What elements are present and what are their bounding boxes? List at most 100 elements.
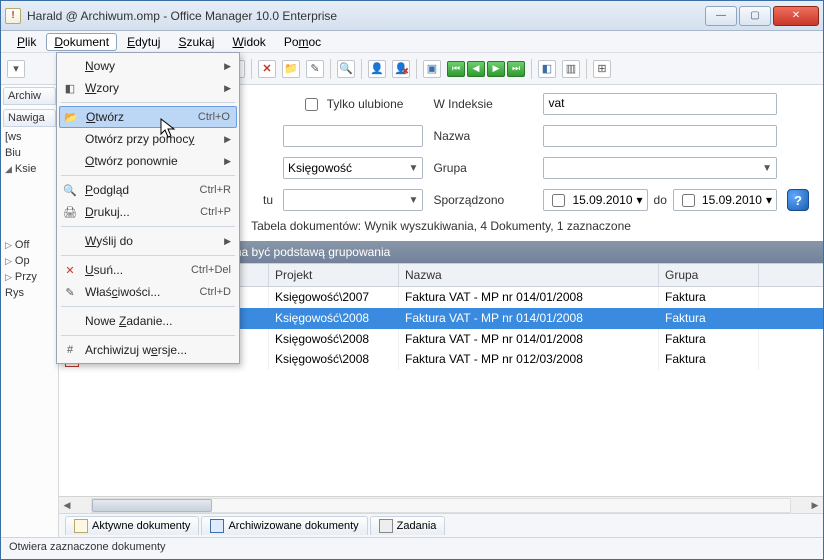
tb-layout-icon[interactable]: ◧ <box>538 60 556 78</box>
nav-last-icon[interactable]: ⏭ <box>507 61 525 77</box>
tu-select[interactable]: ▼ <box>283 189 423 211</box>
templates-icon: ◧ <box>61 80 79 96</box>
minimize-button[interactable]: — <box>705 6 737 26</box>
projekt-select[interactable]: Księgowość ▼ <box>283 157 423 179</box>
bottom-tabs: Aktywne dokumenty Archiwizowane dokument… <box>59 513 823 537</box>
tab-archiwizowane[interactable]: Archiwizowane dokumenty <box>201 516 367 535</box>
menu-szukaj[interactable]: Szukaj <box>170 33 222 51</box>
dokument-menu: Nowy ▶ ◧ Wzory ▶ 📂 Otwórz Ctrl+O Otwórz … <box>56 52 240 364</box>
tree-node[interactable]: ▷Off <box>1 237 58 253</box>
tree-node[interactable]: ▷Op <box>1 253 58 269</box>
submenu-arrow-icon: ▶ <box>224 83 231 94</box>
h-scrollbar[interactable]: ◀ ▶ <box>59 496 823 513</box>
tb-remove-user-icon[interactable]: 👤✖ <box>392 60 410 78</box>
window-title: Harald @ Archiwum.omp - Office Manager 1… <box>27 9 705 23</box>
menu-usun[interactable]: ✕ Usuń... Ctrl+Del <box>59 259 237 281</box>
tb-person-icon[interactable]: 👤 <box>368 60 386 78</box>
chevron-down-icon: ▾ <box>637 193 643 207</box>
grupa-select[interactable]: ▼ <box>543 157 777 179</box>
tree-node[interactable]: Rys <box>1 285 58 301</box>
statusbar: Otwiera zaznaczone dokumenty <box>1 537 823 559</box>
help-button[interactable]: ? <box>787 189 809 211</box>
open-icon: 📂 <box>62 109 80 125</box>
menu-podglad[interactable]: 🔍 Podgląd Ctrl+R <box>59 179 237 201</box>
menu-nowy[interactable]: Nowy ▶ <box>59 55 237 77</box>
menu-drukuj[interactable]: 🖨 Drukuj... Ctrl+P <box>59 201 237 223</box>
tb-window-icon[interactable]: ▣ <box>423 60 441 78</box>
date-from-input[interactable]: 15.09.2010 ▾ <box>543 189 647 211</box>
menu-otworz[interactable]: 📂 Otwórz Ctrl+O <box>59 106 237 128</box>
tb-delete-icon[interactable]: ✕ <box>258 60 276 78</box>
nazwa-label: Nazwa <box>433 129 533 143</box>
chevron-down-icon: ▼ <box>409 195 419 206</box>
menu-otworz-przy-pomocy[interactable]: Otwórz przy pomocy ▶ <box>59 128 237 150</box>
scroll-left-icon[interactable]: ◀ <box>59 498 75 513</box>
menu-wlasciwosci[interactable]: ✎ Właściwości... Ctrl+D <box>59 281 237 303</box>
date-to-check[interactable] <box>682 194 695 207</box>
col-nazwa[interactable]: Nazwa <box>399 264 659 286</box>
maximize-button[interactable]: ▢ <box>739 6 771 26</box>
w-indeksie-input[interactable]: vat <box>543 93 777 115</box>
menu-pomoc[interactable]: Pomoc <box>276 33 329 51</box>
tab-aktywne[interactable]: Aktywne dokumenty <box>65 516 199 535</box>
submenu-arrow-icon: ▶ <box>224 61 231 72</box>
tree-node[interactable]: ◢Ksie <box>1 161 58 177</box>
menu-nowe-zadanie[interactable]: Nowe Zadanie... <box>59 310 237 332</box>
nav-next-icon[interactable]: ▶ <box>487 61 505 77</box>
hash-icon: # <box>61 342 79 358</box>
tb-columns-icon[interactable]: ▥ <box>562 60 580 78</box>
nazwa-input[interactable] <box>543 125 777 147</box>
submenu-arrow-icon: ▶ <box>224 156 231 167</box>
tasks-icon <box>379 519 393 533</box>
sidebar: Archiw Nawiga [ws Biu ◢Ksie ▷Off ▷Op ▷Pr… <box>1 85 59 537</box>
menu-widok[interactable]: Widok <box>224 33 273 51</box>
tu-label: tu <box>263 193 273 207</box>
chevron-down-icon: ▼ <box>762 163 772 174</box>
tb-search-icon[interactable]: 🔍 <box>337 60 355 78</box>
tb-edit-icon[interactable]: ✎ <box>306 60 324 78</box>
folder-icon <box>74 519 88 533</box>
col-projekt[interactable]: Projekt <box>269 264 399 286</box>
nav-prev-icon[interactable]: ◀ <box>467 61 485 77</box>
app-icon: ! <box>5 8 21 24</box>
tb-grid-icon[interactable]: ⊞ <box>593 60 611 78</box>
col-grupa[interactable]: Grupa <box>659 264 759 286</box>
menu-archiwizuj[interactable]: # Archiwizuj wersje... <box>59 339 237 361</box>
grupa-label: Grupa <box>433 161 533 175</box>
date-to-input[interactable]: 15.09.2010 ▾ <box>673 189 777 211</box>
tree-node[interactable]: ▷Przy <box>1 269 58 285</box>
delete-icon: ✕ <box>61 262 79 278</box>
date-from-check[interactable] <box>552 194 565 207</box>
do-label: do <box>654 193 667 207</box>
tree-node[interactable]: [ws <box>1 129 58 145</box>
sidebar-tab-nawiga[interactable]: Nawiga <box>3 109 56 127</box>
menu-wzory[interactable]: ◧ Wzory ▶ <box>59 77 237 99</box>
tb-folder-icon[interactable]: 📁 <box>282 60 300 78</box>
scroll-thumb[interactable] <box>92 499 212 512</box>
menu-wyslij-do[interactable]: Wyślij do ▶ <box>59 230 237 252</box>
menu-otworz-ponownie[interactable]: Otwórz ponownie ▶ <box>59 150 237 172</box>
date-from-value: 15.09.2010 <box>572 193 632 207</box>
menu-edytuj[interactable]: Edytuj <box>119 33 168 51</box>
menu-dokument[interactable]: Dokument <box>46 33 117 51</box>
menu-plik[interactable]: Plik <box>9 33 44 51</box>
chevron-down-icon: ▼ <box>409 163 419 174</box>
w-indeksie-label: W Indeksie <box>433 97 533 111</box>
fav-checkbox[interactable] <box>305 98 318 111</box>
blank-icon <box>61 58 79 74</box>
tb-nav-icons: ⏮ ◀ ▶ ⏭ <box>447 61 525 77</box>
scroll-right-icon[interactable]: ▶ <box>807 498 823 513</box>
chevron-down-icon: ▾ <box>766 193 772 207</box>
tb-new-icon[interactable]: ▾ <box>7 60 25 78</box>
close-button[interactable]: ✕ <box>773 6 819 26</box>
sporzadzono-label: Sporządzono <box>433 193 533 207</box>
titlebar: ! Harald @ Archiwum.omp - Office Manager… <box>1 1 823 31</box>
tab-zadania[interactable]: Zadania <box>370 516 446 535</box>
submenu-arrow-icon: ▶ <box>224 134 231 145</box>
nav-first-icon[interactable]: ⏮ <box>447 61 465 77</box>
shortcut: Ctrl+O <box>198 111 230 123</box>
sidebar-tab-archiw[interactable]: Archiw <box>3 87 56 105</box>
tree-node[interactable]: Biu <box>1 145 58 161</box>
print-icon: 🖨 <box>61 204 79 220</box>
field-input[interactable] <box>283 125 423 147</box>
